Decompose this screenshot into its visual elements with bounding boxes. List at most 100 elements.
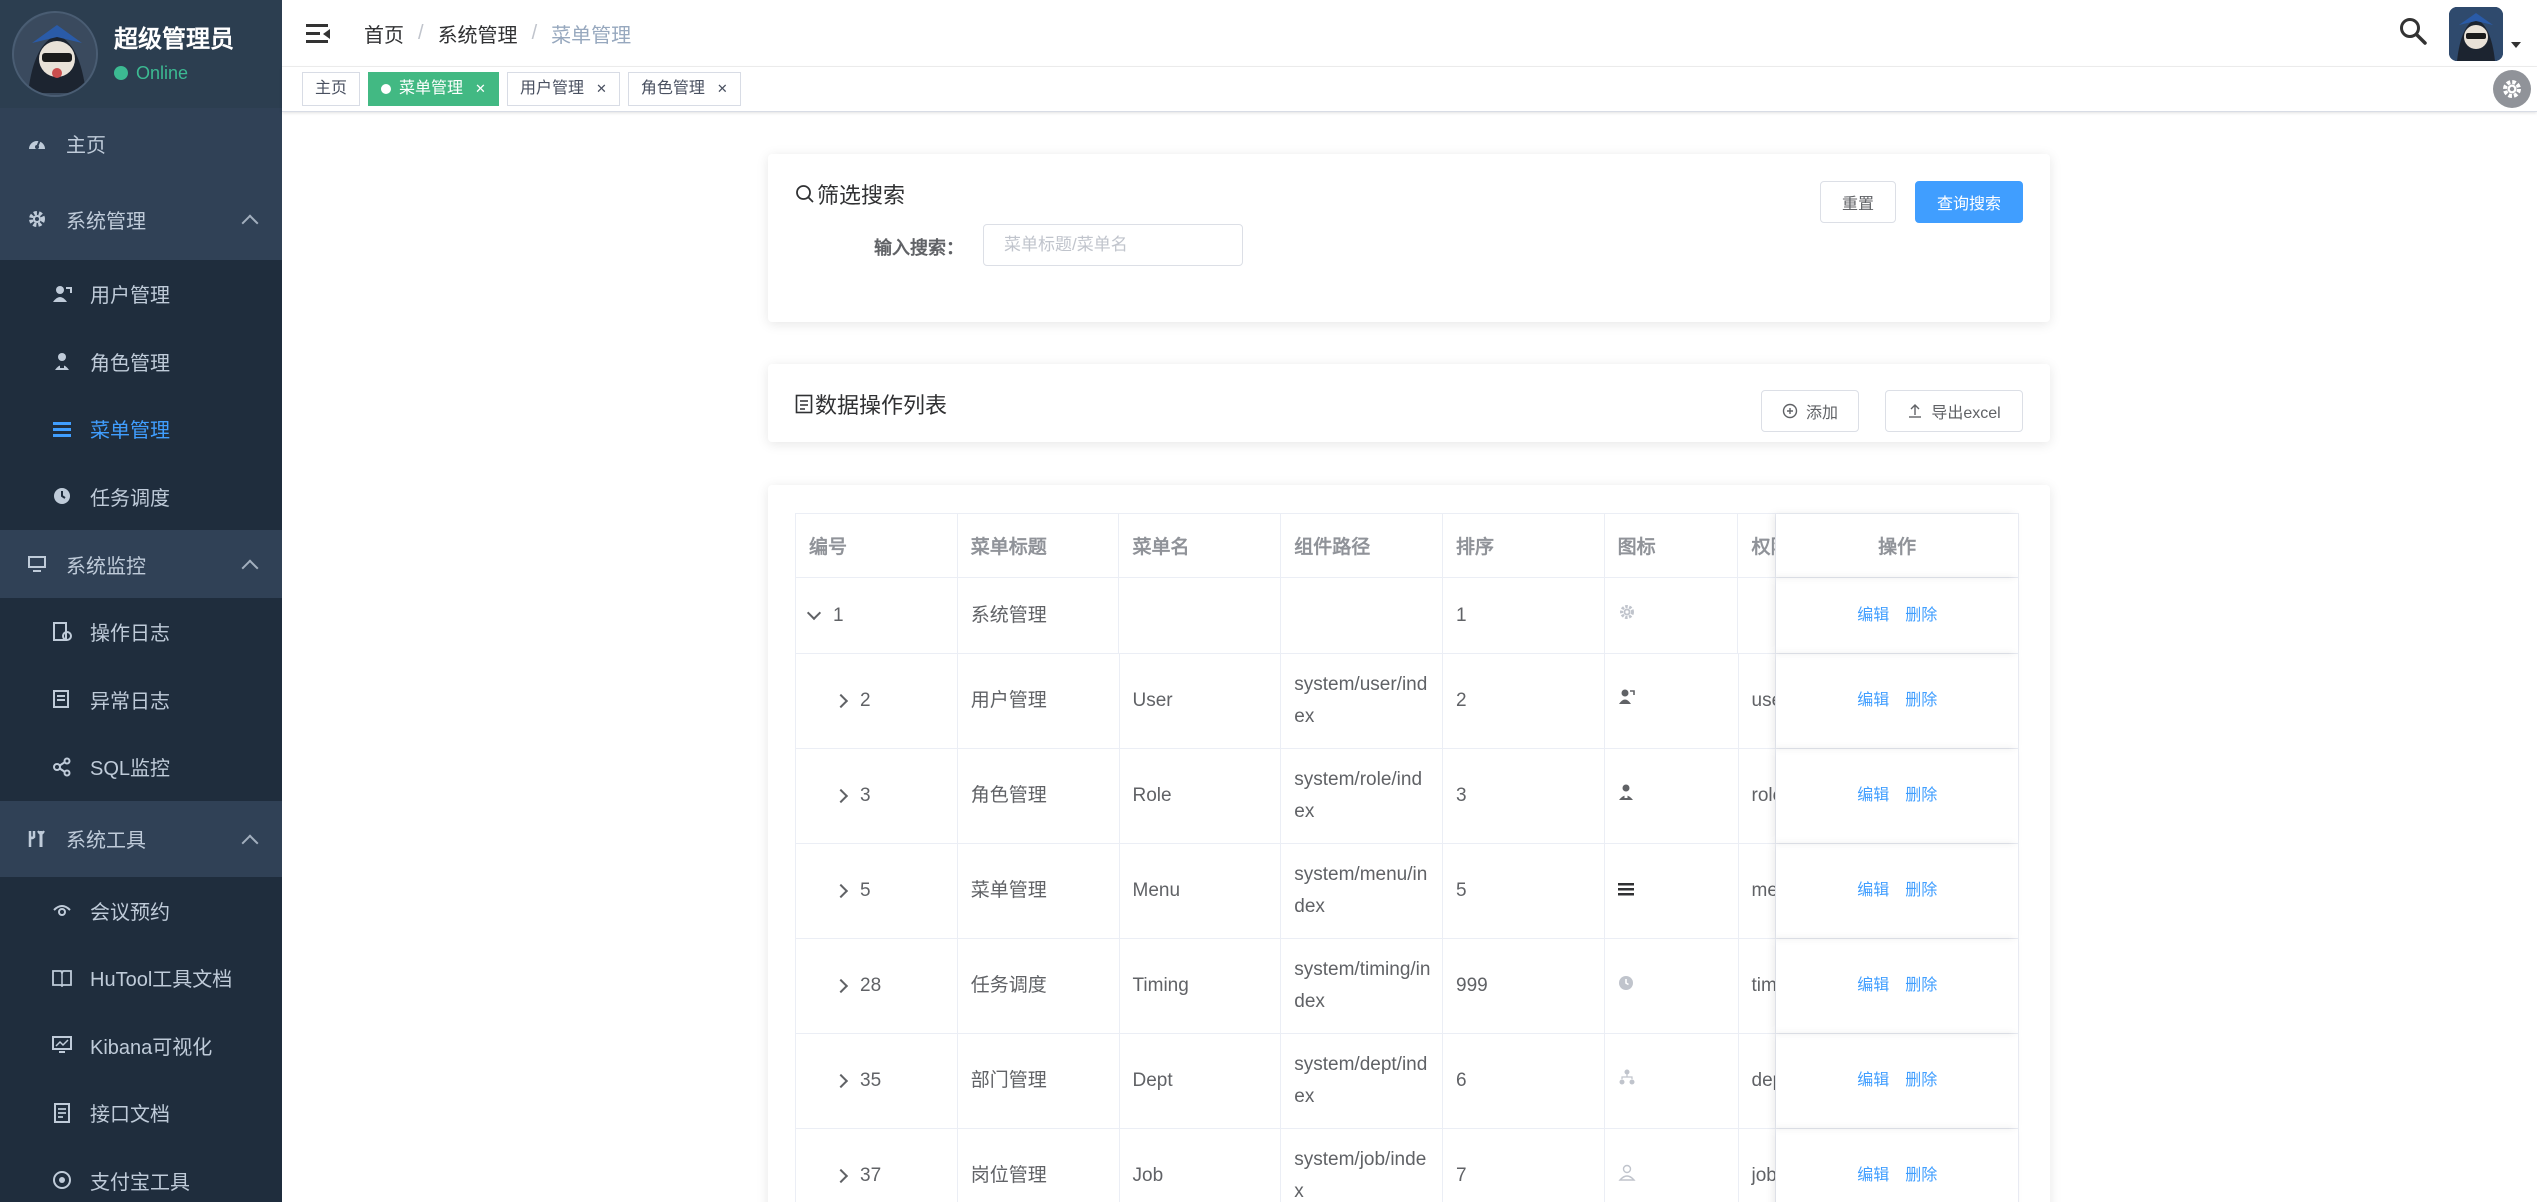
delete-link[interactable]: 删除 [1905,1065,1937,1097]
chevron-up-icon [241,834,259,851]
cell-name: Menu [1120,844,1282,938]
sidebar-item-sql[interactable]: SQL监控 [0,733,282,801]
edit-link[interactable]: 编辑 [1857,1065,1889,1097]
clock-icon [1618,970,1634,1002]
search-icon[interactable] [2399,17,2427,50]
sidebar-item-alipay[interactable]: 支付宝工具 [0,1146,282,1202]
chevron-right-icon[interactable] [833,1073,849,1089]
cell-path: system/dept/index [1281,1034,1443,1128]
query-search-button[interactable]: 查询搜索 [1915,181,2023,223]
th-permission[interactable]: 权限 [1738,514,1777,577]
th-title[interactable]: 菜单标题 [958,514,1120,577]
user-name: 超级管理员 [114,25,234,53]
tag-label: 主页 [315,80,348,97]
cell-sort: 3 [1443,749,1605,843]
edit-link[interactable]: 编辑 [1857,600,1889,632]
breadcrumb-system[interactable]: 系统管理 [438,19,518,48]
sidebar-item-hutool[interactable]: HuTool工具文档 [0,944,282,1012]
tag-user[interactable]: 用户管理 ✕ [506,72,620,106]
chevron-right-icon[interactable] [833,788,849,804]
tag-home[interactable]: 主页 [302,72,361,106]
settings-gear-icon[interactable] [2493,70,2531,108]
cell-sort: 7 [1443,1129,1605,1202]
sidebar-item-role[interactable]: 角色管理 [0,327,282,395]
delete-link[interactable]: 删除 [1905,1160,1937,1192]
chevron-up-icon [241,214,259,232]
close-icon[interactable]: ✕ [475,73,486,105]
cell-title: 岗位管理 [958,1129,1120,1202]
active-dot-icon [381,84,392,94]
role-icon [1618,780,1634,812]
chevron-right-icon[interactable] [833,693,849,709]
edit-link[interactable]: 编辑 [1857,970,1889,1002]
close-icon[interactable]: ✕ [717,73,728,105]
delete-link[interactable]: 删除 [1905,970,1937,1002]
sidebar-group-tools[interactable]: 系统工具 [0,801,282,877]
breadcrumb-current: 菜单管理 [551,24,632,47]
th-id[interactable]: 编号 [796,514,958,577]
cell-id: 28 [860,975,882,996]
sidebar-group-monitor[interactable]: 系统监控 [0,530,282,598]
edit-link[interactable]: 编辑 [1857,875,1889,907]
hamburger-icon[interactable] [306,22,330,44]
sidebar-item-label: 主页 [66,134,106,157]
sidebar-item-errorlog[interactable]: 异常日志 [0,665,282,733]
tag-menu[interactable]: 菜单管理 ✕ [368,72,499,106]
chevron-right-icon[interactable] [833,883,849,899]
edit-link[interactable]: 编辑 [1857,780,1889,812]
table-row: 5 菜单管理 Menu system/menu/index 5 menu 编辑 … [796,844,2018,939]
export-excel-button[interactable]: 导出excel [1885,390,2023,432]
sidebar-group-system[interactable]: 系统管理 [0,178,282,260]
user-avatar[interactable] [12,11,98,97]
sidebar-item-timing[interactable]: 任务调度 [0,462,282,530]
sidebar-group-label: 系统管理 [66,210,146,233]
th-name[interactable]: 菜单名 [1119,514,1282,577]
cell-sort: 6 [1443,1034,1605,1128]
th-path[interactable]: 组件路径 [1281,514,1443,577]
sidebar-item-meeting[interactable]: 会议预约 [0,876,282,944]
navbar-avatar[interactable] [2449,6,2503,61]
sidebar-item-label: 用户管理 [90,285,170,308]
delete-link[interactable]: 删除 [1905,600,1937,632]
sidebar-item-user[interactable]: 用户管理 [0,260,282,328]
cell-title: 用户管理 [958,654,1120,748]
cell-permission [1738,578,1777,653]
cell-name: Dept [1120,1034,1282,1128]
sidebar-item-apidoc[interactable]: 接口文档 [0,1079,282,1147]
job-icon [1618,1160,1636,1192]
dashboard-icon [26,132,48,154]
caret-down-icon[interactable] [2511,41,2521,48]
edit-link[interactable]: 编辑 [1857,1160,1889,1192]
tag-role[interactable]: 角色管理 ✕ [627,72,741,106]
close-icon[interactable]: ✕ [596,73,607,105]
reset-button[interactable]: 重置 [1820,181,1896,223]
th-icon[interactable]: 图标 [1605,514,1739,577]
sidebar-item-kibana[interactable]: Kibana可视化 [0,1011,282,1079]
chevron-right-icon[interactable] [833,1168,849,1184]
delete-link[interactable]: 删除 [1905,685,1937,717]
cell-title: 任务调度 [958,939,1120,1033]
gear-icon [1618,600,1636,632]
tag-label: 用户管理 [519,80,584,97]
cell-id: 37 [860,1165,882,1186]
th-sort[interactable]: 排序 [1443,514,1605,577]
search-input[interactable]: 菜单标题/菜单名 [983,224,1243,266]
cell-permission: timing [1739,939,1777,1033]
delete-link[interactable]: 删除 [1905,875,1937,907]
navbar-right [2399,0,2521,67]
chevron-right-icon[interactable] [833,978,849,994]
chevron-up-icon [241,559,259,577]
sidebar-item-menu[interactable]: 菜单管理 [0,395,282,463]
add-circle-icon [1782,403,1798,419]
delete-link[interactable]: 删除 [1905,780,1937,812]
doc-icon [52,1102,72,1123]
edit-link[interactable]: 编辑 [1857,685,1889,717]
sidebar-item-home[interactable]: 主页 [0,108,282,178]
sidebar-item-label: 接口文档 [90,1104,170,1127]
user-panel: 超级管理员 Online [0,0,282,108]
breadcrumb-home[interactable]: 首页 [364,19,404,48]
sidebar-menu: 主页 系统管理 用户管理 角色管理 菜单管理 任务调度 系统监控 操作日志 异常… [0,108,282,1202]
add-button[interactable]: 添加 [1761,390,1859,432]
sidebar-item-oplog[interactable]: 操作日志 [0,598,282,666]
chevron-down-icon[interactable] [806,605,822,620]
